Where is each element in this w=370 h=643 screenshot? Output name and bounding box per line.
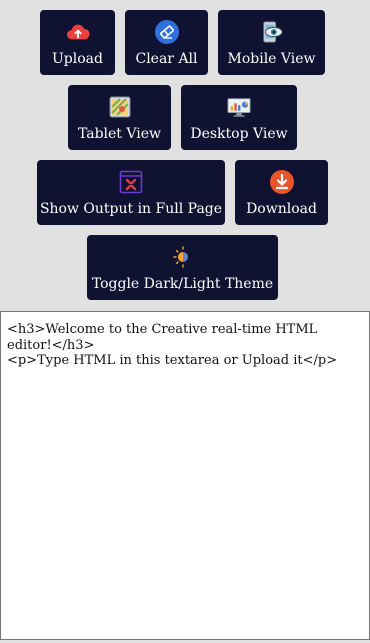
download-label: Download xyxy=(246,201,317,217)
theme-toggle-label: Toggle Dark/Light Theme xyxy=(91,276,274,292)
mobile-view-button[interactable]: Mobile View xyxy=(218,10,325,75)
download-button[interactable]: Download xyxy=(235,160,328,225)
desktop-view-button[interactable]: Desktop View xyxy=(181,85,297,150)
theme-toggle-button[interactable]: Toggle Dark/Light Theme xyxy=(87,235,278,300)
editor-container: <h3>Welcome to the Creative real-time HT… xyxy=(0,311,370,640)
tablet-view-button[interactable]: Tablet View xyxy=(68,85,171,150)
mobile-view-label: Mobile View xyxy=(227,51,316,67)
cloud-upload-icon xyxy=(66,20,90,44)
fullscreen-window-icon xyxy=(119,170,143,194)
eraser-icon xyxy=(154,20,179,44)
download-icon xyxy=(269,170,294,194)
html-editor-textarea[interactable]: <h3>Welcome to the Creative real-time HT… xyxy=(1,312,369,639)
tablet-view-label: Tablet View xyxy=(77,126,161,142)
tablet-map-icon xyxy=(108,95,132,119)
upload-button[interactable]: Upload xyxy=(40,10,115,75)
full-page-label: Show Output in Full Page xyxy=(39,201,223,217)
full-page-button[interactable]: Show Output in Full Page xyxy=(37,160,225,225)
desktop-view-label: Desktop View xyxy=(190,126,288,142)
phone-eye-icon xyxy=(260,20,284,44)
upload-label: Upload xyxy=(52,51,103,67)
clear-all-button[interactable]: Clear All xyxy=(125,10,208,75)
toolbar: Upload Clear All Mobile View Tablet View… xyxy=(0,0,370,311)
clear-all-label: Clear All xyxy=(135,51,198,67)
sun-moon-icon xyxy=(171,245,195,269)
desktop-chart-icon xyxy=(227,95,251,119)
